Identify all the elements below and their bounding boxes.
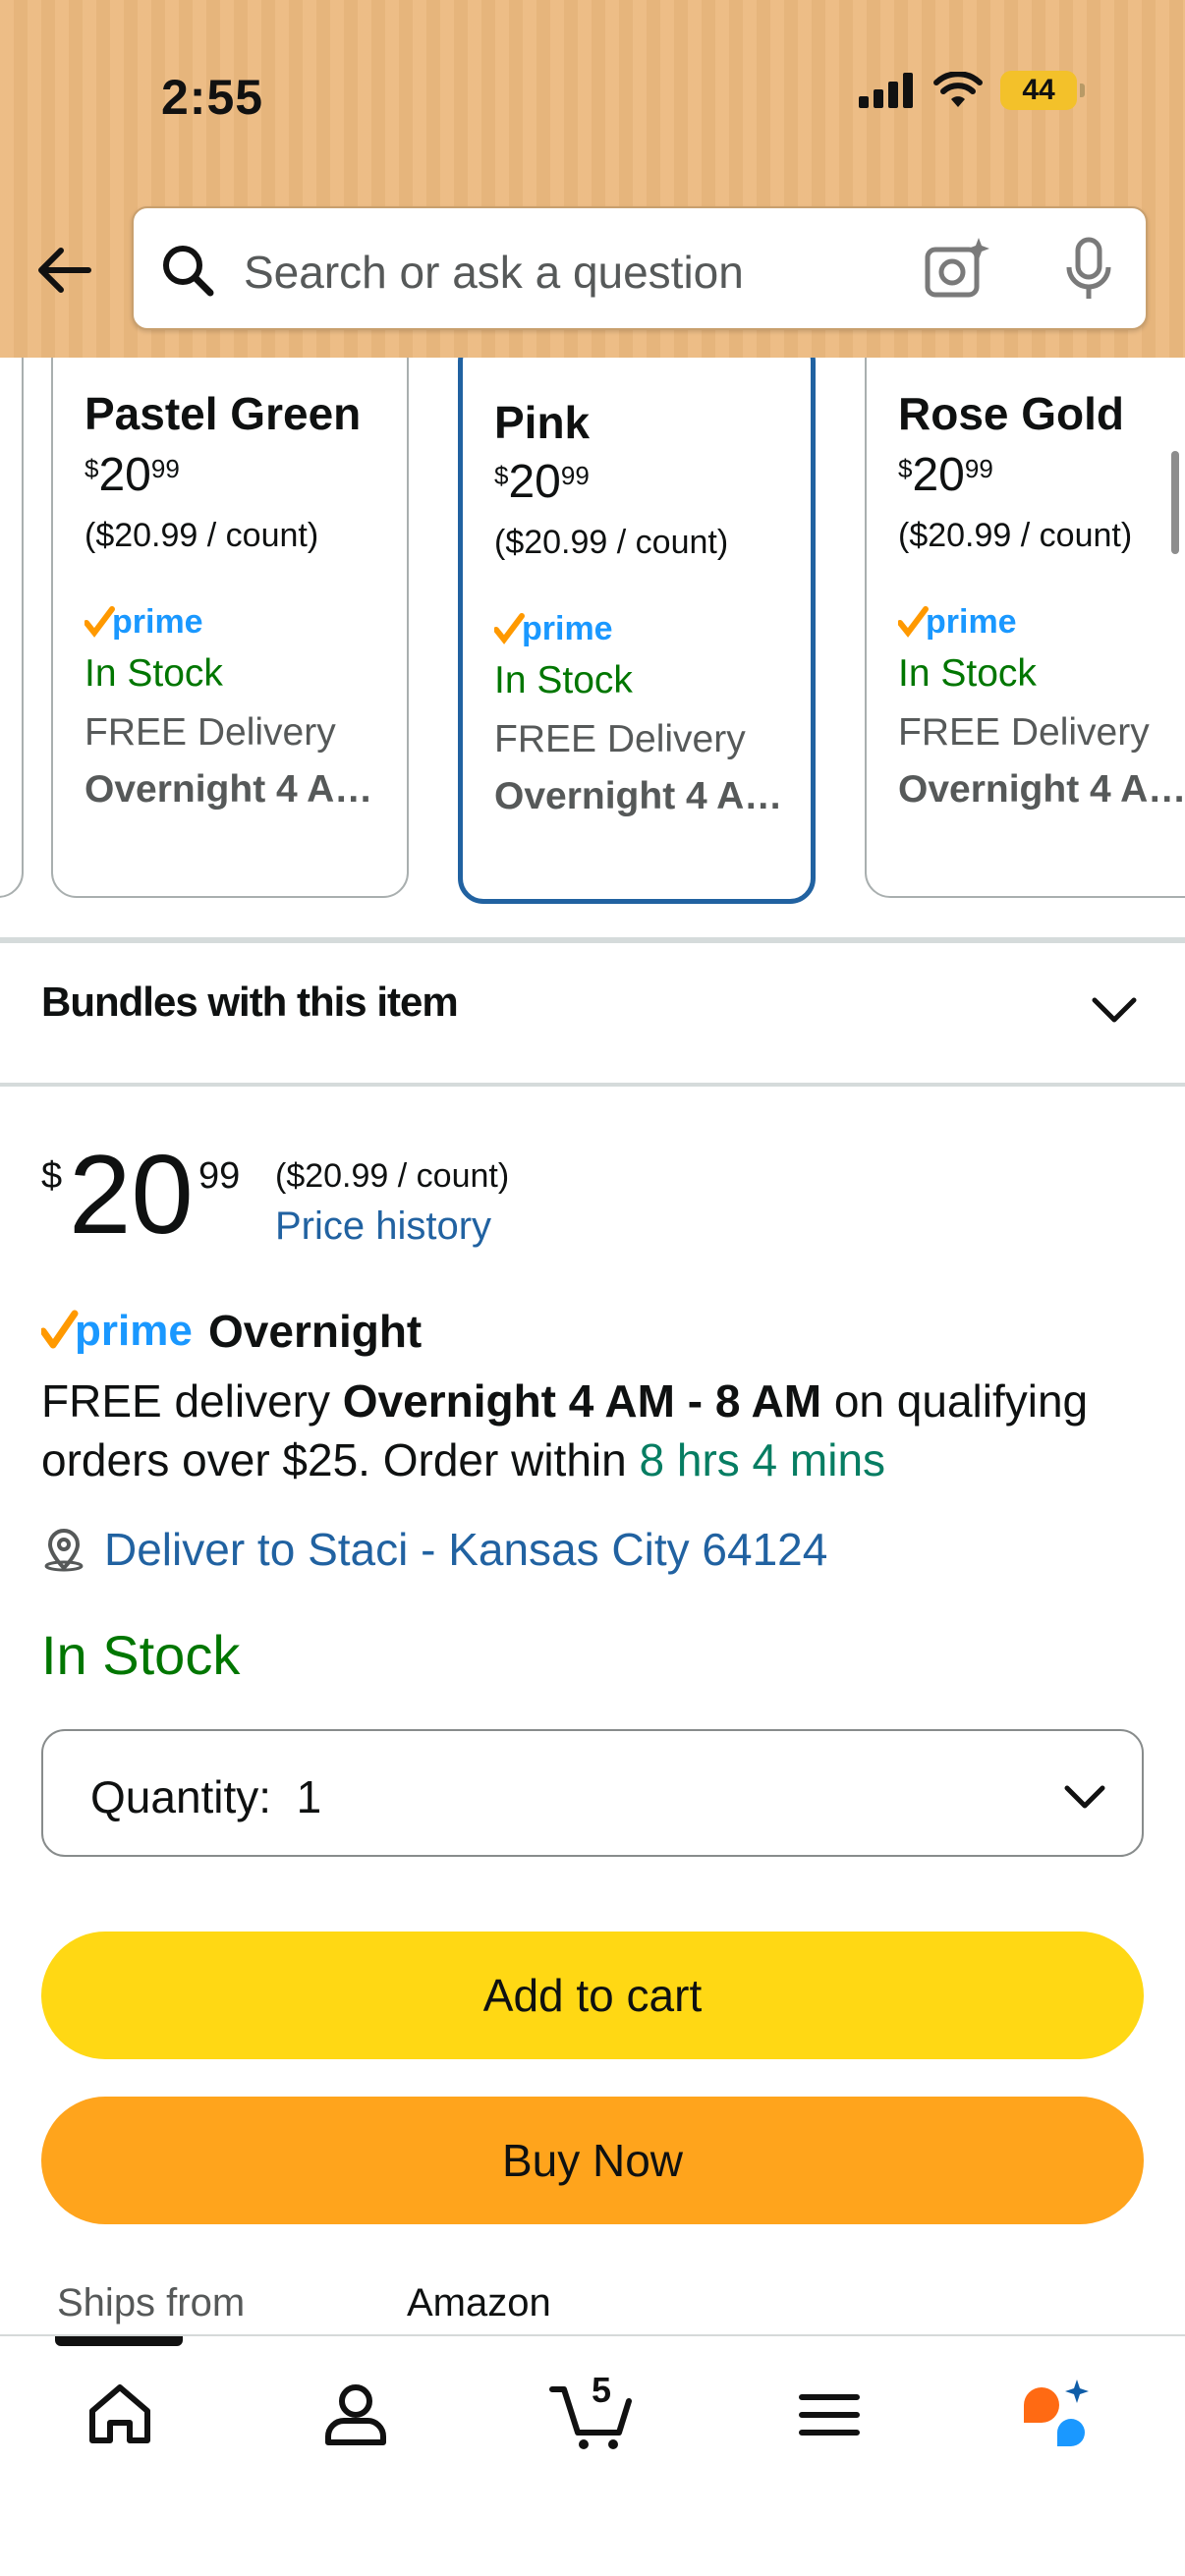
status-time: 2:55 (161, 70, 264, 125)
variant-carousel[interactable]: Pastel Green $2099 ($20.99 / count) prim… (0, 358, 1185, 908)
back-arrow-icon[interactable] (33, 239, 96, 302)
battery-indicator: 44 (1000, 71, 1085, 110)
variant-stock: In Stock (898, 652, 1037, 695)
prime-overnight-row: prime Overnight (41, 1305, 422, 1358)
quantity-label: Quantity: (90, 1771, 272, 1822)
variant-delivery-time: Overnight 4 AM - 8 AM (898, 768, 1185, 811)
price-cents: 99 (198, 1155, 241, 1197)
prime-badge: prime (897, 603, 1036, 647)
variant-card-pink[interactable]: Pink $2099 ($20.99 / count) prime In Sto… (458, 358, 816, 904)
bundles-accordion[interactable]: Bundles with this item (0, 945, 1185, 1083)
svg-text:prime: prime (926, 603, 1017, 641)
svg-text:prime: prime (75, 1307, 193, 1355)
svg-text:prime: prime (522, 610, 613, 647)
ships-from-label: Ships from (57, 2281, 246, 2324)
prime-badge: prime (84, 603, 222, 647)
scroll-indicator (1171, 451, 1179, 554)
search-input[interactable]: Search or ask a question (244, 246, 744, 299)
signal-icon (859, 73, 913, 108)
location-pin-icon (44, 1528, 84, 1572)
variant-delivery-time: Overnight 4 AM - 8 AM (85, 768, 389, 811)
variant-name: Rose Gold (898, 388, 1125, 439)
rufus-assistant-icon[interactable] (1018, 2376, 1097, 2454)
price-currency: $ (41, 1155, 63, 1197)
stock-status: In Stock (41, 1624, 241, 1686)
variant-name: Pink (494, 397, 591, 448)
price-whole: 20 (69, 1133, 194, 1258)
buy-now-button[interactable]: Buy Now (41, 2097, 1144, 2224)
chevron-down-icon (1064, 1785, 1105, 1809)
header: 2:55 44 Search or ask a question (0, 0, 1185, 358)
delivery-window: Overnight 4 AM - 8 AM (342, 1375, 822, 1427)
quantity-select[interactable]: Quantity: 1 (41, 1729, 1144, 1857)
deliver-to-row[interactable]: Deliver to Staci - Kansas City 64124 (41, 1523, 827, 1576)
variant-name: Pastel Green (85, 388, 362, 439)
cart-nav-item[interactable]: 5 (548, 2370, 637, 2454)
wifi-icon (933, 72, 983, 107)
variant-free-delivery: FREE Delivery (898, 711, 1150, 754)
add-to-cart-button[interactable]: Add to cart (41, 1932, 1144, 2059)
variant-card-partial[interactable] (0, 358, 24, 898)
price-unit: ($20.99 / count) (275, 1157, 510, 1195)
cart-count-badge: 5 (592, 2370, 612, 2410)
search-bar[interactable]: Search or ask a question (132, 206, 1148, 330)
prime-badge: prime (493, 610, 632, 654)
bundles-label: Bundles with this item (41, 979, 459, 1025)
variant-stock: In Stock (85, 652, 223, 695)
price-history-link[interactable]: Price history (275, 1204, 491, 1249)
section-divider (0, 1083, 1185, 1087)
variant-stock: In Stock (494, 659, 633, 701)
home-icon[interactable] (81, 2376, 159, 2454)
variant-unit-price: ($20.99 / count) (494, 524, 729, 561)
variant-price: $2099 (494, 456, 590, 508)
microphone-icon[interactable] (1059, 236, 1118, 305)
search-icon (163, 246, 214, 297)
ships-from-value: Amazon (407, 2281, 551, 2324)
account-icon[interactable] (316, 2376, 395, 2454)
chevron-down-icon (1092, 997, 1137, 1023)
variant-price: $2099 (85, 449, 180, 501)
variant-free-delivery: FREE Delivery (494, 718, 746, 760)
quantity-value: 1 (296, 1771, 322, 1822)
variant-card-pastel-green[interactable]: Pastel Green $2099 ($20.99 / count) prim… (51, 358, 409, 898)
active-tab-indicator (55, 2336, 183, 2346)
variant-unit-price: ($20.99 / count) (85, 517, 319, 554)
variant-card-rose-gold[interactable]: Rose Gold $2099 ($20.99 / count) prime I… (865, 358, 1185, 898)
variant-price: $2099 (898, 449, 993, 501)
section-divider (0, 937, 1185, 943)
variant-delivery-time: Overnight 4 AM - 8 AM (494, 775, 799, 817)
battery-level: 44 (1022, 74, 1055, 106)
order-countdown: 8 hrs 4 mins (639, 1434, 886, 1485)
bottom-nav: 5 (0, 2334, 1185, 2576)
camera-search-icon[interactable] (920, 234, 990, 305)
menu-icon[interactable] (790, 2376, 869, 2454)
variant-unit-price: ($20.99 / count) (898, 517, 1133, 554)
prime-overnight-label: Overnight (208, 1306, 423, 1357)
svg-text:prime: prime (112, 603, 203, 641)
variant-free-delivery: FREE Delivery (85, 711, 336, 754)
status-icons: 44 (859, 71, 1085, 110)
delivery-message: FREE delivery Overnight 4 AM - 8 AM on q… (41, 1375, 1089, 1485)
prime-logo-icon: prime (41, 1307, 193, 1355)
deliver-to-link[interactable]: Deliver to Staci - Kansas City 64124 (104, 1523, 827, 1576)
